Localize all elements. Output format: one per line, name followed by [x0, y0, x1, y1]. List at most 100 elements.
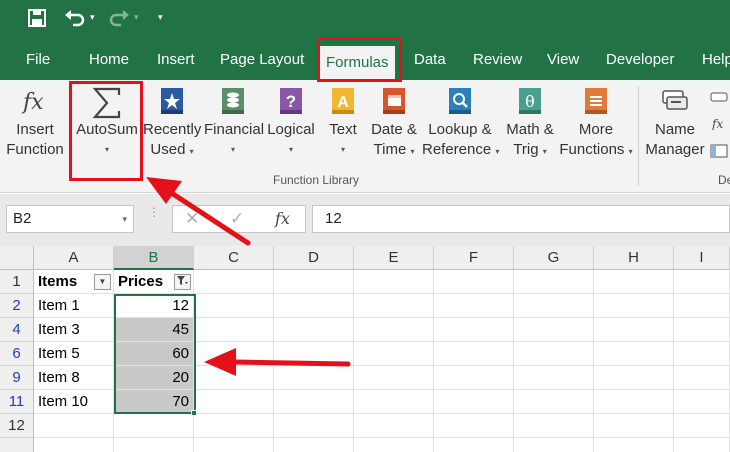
define-name-icon[interactable]: [710, 90, 728, 104]
autosum-dropdown-icon[interactable]: ▾: [74, 140, 140, 160]
fill-handle[interactable]: [191, 410, 197, 416]
name-box[interactable]: B2 ▾: [6, 205, 134, 233]
empty-cell[interactable]: [594, 438, 674, 452]
table-cell[interactable]: 60: [114, 342, 194, 366]
empty-cell[interactable]: [354, 294, 434, 318]
empty-cell[interactable]: [274, 294, 354, 318]
row-header[interactable]: 2: [0, 294, 34, 318]
empty-cell[interactable]: [274, 342, 354, 366]
table-cell[interactable]: 70: [114, 390, 194, 414]
empty-cell[interactable]: [514, 438, 594, 452]
create-from-selection-icon[interactable]: [710, 144, 728, 158]
enter-check-icon[interactable]: ✓: [230, 209, 244, 229]
empty-cell[interactable]: [354, 270, 434, 294]
financial-button[interactable]: Financial ▾: [204, 86, 264, 160]
empty-cell[interactable]: [34, 414, 114, 438]
more-functions-button[interactable]: More Functions ▾: [558, 86, 634, 162]
empty-cell[interactable]: [354, 366, 434, 390]
customize-caret-icon[interactable]: ▾: [158, 12, 163, 23]
empty-cell[interactable]: [354, 342, 434, 366]
empty-cell[interactable]: [274, 438, 354, 452]
lookup-reference-button[interactable]: Lookup & Reference ▾: [422, 86, 499, 162]
empty-cell[interactable]: [674, 414, 730, 438]
empty-cell[interactable]: [354, 318, 434, 342]
empty-cell[interactable]: [594, 342, 674, 366]
empty-cell[interactable]: [274, 270, 354, 294]
text-button[interactable]: A Text ▾: [322, 86, 364, 160]
redo-dropdown-icon[interactable]: ▾: [134, 12, 139, 23]
tab-developer[interactable]: Developer: [606, 40, 674, 80]
empty-cell[interactable]: [354, 390, 434, 414]
empty-cell[interactable]: [674, 318, 730, 342]
recently-used-button[interactable]: Recently Used ▾: [143, 86, 201, 162]
empty-cell[interactable]: [274, 414, 354, 438]
empty-cell[interactable]: [434, 294, 514, 318]
column-header-f[interactable]: F: [434, 246, 514, 270]
insert-function-fx-button[interactable]: fx: [275, 209, 290, 228]
empty-cell[interactable]: [194, 390, 274, 414]
autosum-button[interactable]: AutoSum ▾: [74, 86, 140, 160]
empty-cell[interactable]: [514, 270, 594, 294]
empty-cell[interactable]: [514, 294, 594, 318]
empty-cell[interactable]: [674, 270, 730, 294]
empty-cell[interactable]: [274, 366, 354, 390]
empty-cell[interactable]: [674, 294, 730, 318]
tab-insert[interactable]: Insert: [157, 40, 195, 80]
empty-cell[interactable]: [514, 390, 594, 414]
row-header[interactable]: 9: [0, 366, 34, 390]
empty-cell[interactable]: [594, 318, 674, 342]
empty-cell[interactable]: [194, 294, 274, 318]
empty-cell[interactable]: [674, 366, 730, 390]
row-header[interactable]: 12: [0, 414, 34, 438]
empty-cell[interactable]: [354, 414, 434, 438]
tab-view[interactable]: View: [547, 40, 579, 80]
table-cell[interactable]: Item 5: [34, 342, 114, 366]
empty-cell[interactable]: [594, 294, 674, 318]
empty-cell[interactable]: [114, 414, 194, 438]
column-header-d[interactable]: D: [274, 246, 354, 270]
empty-cell[interactable]: [274, 390, 354, 414]
column-header-e[interactable]: E: [354, 246, 434, 270]
empty-cell[interactable]: [274, 318, 354, 342]
tab-review[interactable]: Review: [473, 40, 522, 80]
tab-data[interactable]: Data: [414, 40, 446, 80]
name-manager-button[interactable]: Name Manager: [643, 86, 707, 160]
resize-handle-icon[interactable]: ⋮: [148, 206, 160, 218]
empty-cell[interactable]: [194, 318, 274, 342]
row-header[interactable]: 1: [0, 270, 34, 294]
column-header-c[interactable]: C: [194, 246, 274, 270]
empty-cell[interactable]: [434, 438, 514, 452]
column-header-b[interactable]: B: [114, 246, 194, 270]
save-icon[interactable]: [28, 9, 46, 31]
table-cell[interactable]: Item 8: [34, 366, 114, 390]
empty-cell[interactable]: [34, 438, 114, 452]
table-cell[interactable]: Item 3: [34, 318, 114, 342]
math-trig-button[interactable]: θ Math & Trig ▾: [502, 86, 558, 162]
use-in-formula-icon[interactable]: fx: [710, 116, 728, 131]
undo-dropdown-icon[interactable]: ▾: [90, 12, 95, 23]
row-header[interactable]: 4: [0, 318, 34, 342]
empty-cell[interactable]: [434, 414, 514, 438]
column-header-h[interactable]: H: [594, 246, 674, 270]
tab-home[interactable]: Home: [89, 40, 129, 80]
tab-help[interactable]: Help: [702, 40, 730, 80]
empty-cell[interactable]: [194, 270, 274, 294]
empty-cell[interactable]: [434, 342, 514, 366]
empty-cell[interactable]: [594, 414, 674, 438]
table-cell[interactable]: 12: [114, 294, 194, 318]
empty-cell[interactable]: [434, 270, 514, 294]
empty-cell[interactable]: [114, 438, 194, 452]
formula-input[interactable]: 12: [312, 205, 730, 233]
empty-cell[interactable]: [514, 318, 594, 342]
table-cell[interactable]: Item 10: [34, 390, 114, 414]
cancel-x-icon[interactable]: ✕: [185, 209, 199, 229]
empty-cell[interactable]: [194, 414, 274, 438]
empty-cell[interactable]: [674, 342, 730, 366]
date-time-button[interactable]: Date & Time ▾: [366, 86, 422, 162]
column-header-a[interactable]: A: [34, 246, 114, 270]
empty-cell[interactable]: [434, 366, 514, 390]
insert-function-button[interactable]: fx Insert Function: [4, 86, 66, 160]
row-header[interactable]: 11: [0, 390, 34, 414]
empty-cell[interactable]: [434, 318, 514, 342]
select-all-corner[interactable]: [0, 246, 34, 270]
